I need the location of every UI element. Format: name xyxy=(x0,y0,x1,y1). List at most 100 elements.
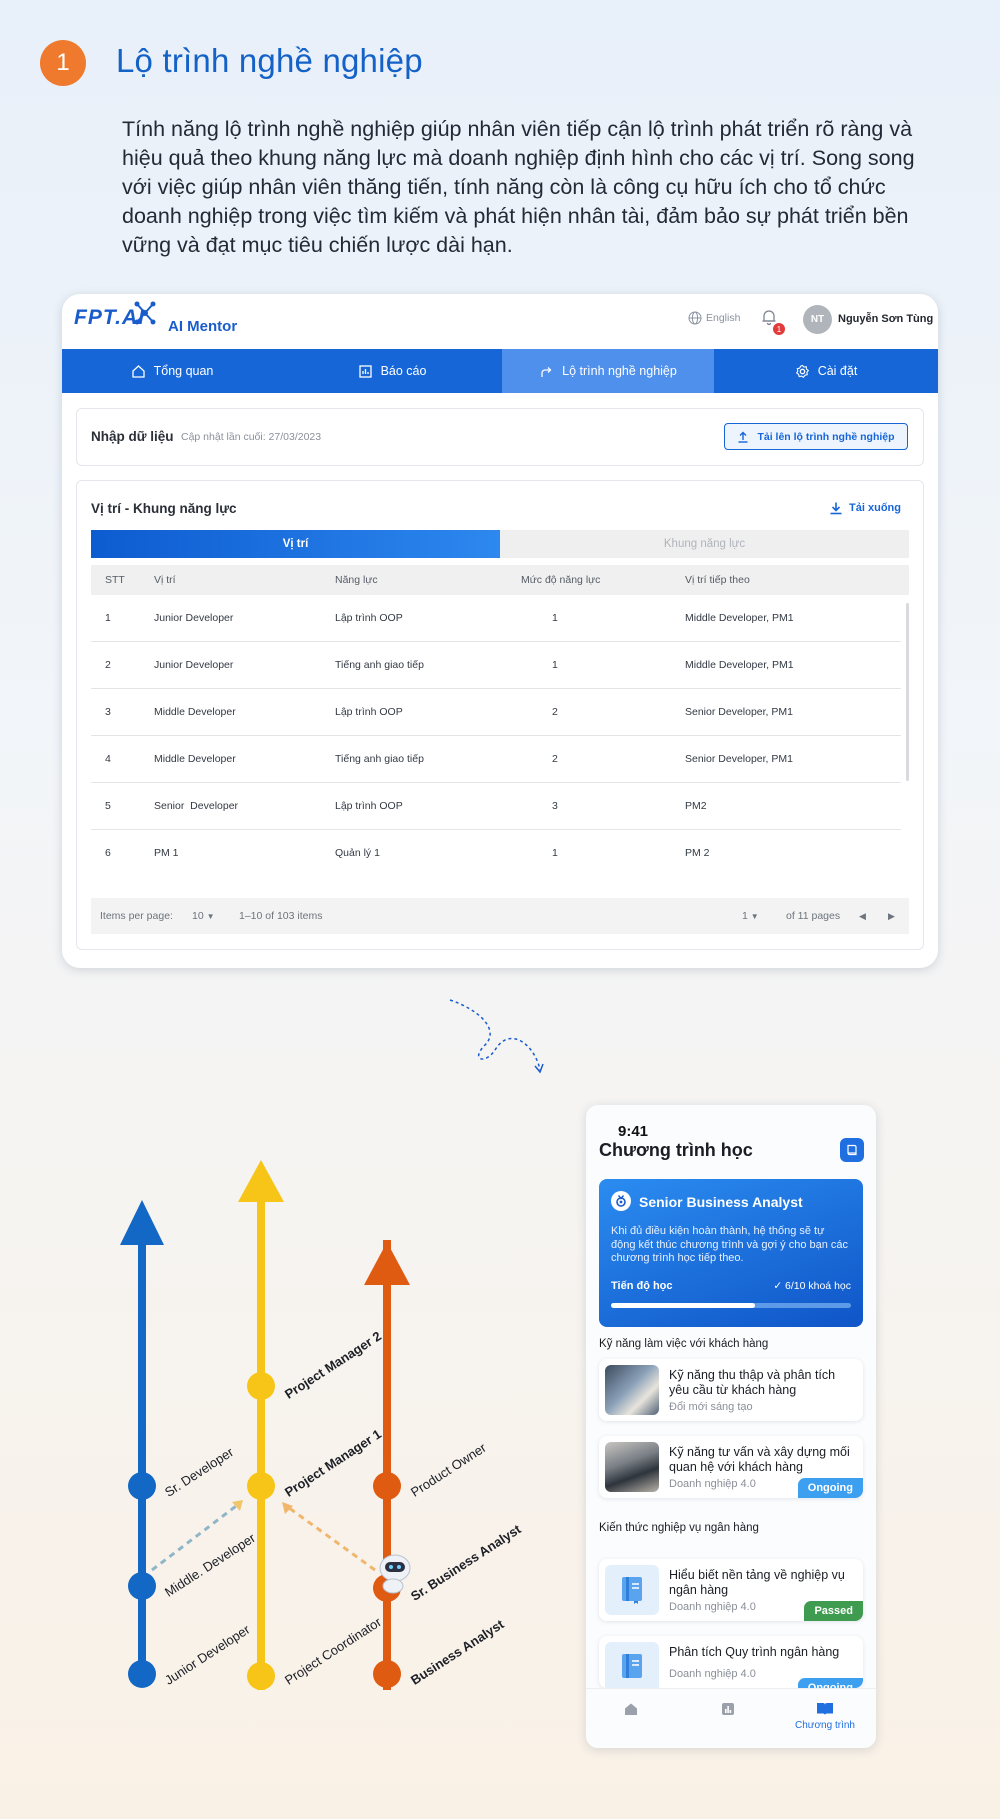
page-select[interactable]: 1 ▼ xyxy=(742,898,759,935)
cell-competency: Tiếng anh giao tiếp xyxy=(335,753,424,765)
column-header[interactable]: Vị trí xyxy=(154,565,176,595)
nav-label: Cài đặt xyxy=(817,364,858,378)
node-sr-developer xyxy=(128,1472,156,1500)
progress-count: ✓ 6/10 khoá học xyxy=(773,1280,851,1292)
table-row[interactable]: 3 Middle Developer Lập trình OOP 2 Senio… xyxy=(91,689,901,736)
course-name: Kỹ năng tư vấn và xây dựng mối quan hệ v… xyxy=(669,1445,850,1474)
table-row[interactable]: 4 Middle Developer Tiếng anh giao tiếp 2… xyxy=(91,736,901,783)
download-icon xyxy=(830,502,842,515)
course-card[interactable]: Kỹ năng thu thập và phân tích yêu cầu từ… xyxy=(599,1359,863,1421)
download-label: Tải xuống xyxy=(849,502,901,514)
download-button[interactable]: Tải xuống xyxy=(829,501,901,515)
cell-competency: Lập trình OOP xyxy=(335,612,403,624)
cell-index: 4 xyxy=(105,753,111,765)
book-icon xyxy=(847,1144,857,1156)
cell-next-position: PM 2 xyxy=(685,847,710,859)
framework-title: Vị trí - Khung năng lực xyxy=(91,501,237,516)
cell-next-position: Senior Developer, PM1 xyxy=(685,706,793,718)
program-card[interactable]: Senior Business Analyst Khi đủ điều kiện… xyxy=(599,1179,863,1327)
user-name[interactable]: Nguyễn Sơn Tùng xyxy=(838,313,933,325)
column-header[interactable]: Mức độ năng lực xyxy=(521,565,600,595)
items-range: 1–10 of 103 items xyxy=(239,910,323,922)
prev-page-icon[interactable]: ◀ xyxy=(859,898,866,934)
robot-mascot-icon xyxy=(379,1554,411,1594)
cell-index: 1 xyxy=(105,612,111,624)
framework-tabs: Vị trí Khung năng lực xyxy=(91,530,909,558)
cell-competency: Lập trình OOP xyxy=(335,800,403,812)
dotted-arrow-icon xyxy=(449,999,544,1074)
section-number: 1 xyxy=(40,40,86,86)
tab-reports[interactable] xyxy=(683,1701,773,1720)
bottom-tab-bar: Chương trình xyxy=(586,1688,876,1748)
cell-index: 5 xyxy=(105,800,111,812)
table-row[interactable]: 6 PM 1 Quản lý 1 1 PM 2 xyxy=(91,830,901,877)
next-page-icon[interactable]: ▶ xyxy=(888,898,895,934)
tab-positions[interactable]: Vị trí xyxy=(91,530,500,558)
course-book-icon xyxy=(605,1642,659,1688)
cell-index: 3 xyxy=(105,706,111,718)
cell-position: Junior Developer xyxy=(154,612,234,624)
tab-competency-framework[interactable]: Khung năng lực xyxy=(500,530,909,558)
status-badge: Ongoing xyxy=(797,1478,863,1498)
chevron-down-icon: ▼ xyxy=(206,912,215,921)
status-badge: Ongoing xyxy=(797,1678,863,1688)
upload-career-path-button[interactable]: Tải lên lộ trình nghề nghiệp xyxy=(724,423,908,450)
cell-next-position: Middle Developer, PM1 xyxy=(685,612,794,624)
home-icon xyxy=(131,364,145,378)
language-label: English xyxy=(706,312,741,324)
tab-home[interactable] xyxy=(586,1701,676,1720)
cell-next-position: PM2 xyxy=(685,800,707,812)
language-switcher[interactable]: English xyxy=(688,311,740,325)
progress-bar-fill xyxy=(611,1303,755,1308)
nav-item-career-path[interactable]: Lộ trình nghề nghiệp xyxy=(502,349,714,393)
orange-path-line xyxy=(383,1240,391,1690)
last-updated: Cập nhật lần cuối: 27/03/2023 xyxy=(181,431,322,443)
tab-programs[interactable]: Chương trình xyxy=(780,1701,870,1731)
program-title: Senior Business Analyst xyxy=(639,1194,803,1210)
framework-panel: Vị trí - Khung năng lực Tải xuống Vị trí… xyxy=(76,480,924,950)
library-button[interactable] xyxy=(840,1138,864,1162)
column-header[interactable]: Năng lực xyxy=(335,565,378,595)
medal-icon xyxy=(611,1191,631,1211)
home-icon xyxy=(625,1703,637,1715)
items-per-page-select[interactable]: 10 ▼ xyxy=(192,898,215,935)
tab-programs-label: Chương trình xyxy=(795,1720,855,1731)
course-tag: Doanh nghiệp 4.0 xyxy=(669,1668,756,1680)
node-project-manager-1 xyxy=(247,1472,275,1500)
avatar[interactable]: NT xyxy=(803,305,832,334)
status-time: 9:41 xyxy=(618,1123,649,1140)
table-row[interactable]: 1 Junior Developer Lập trình OOP 1 Middl… xyxy=(91,595,901,642)
course-card[interactable]: Kỹ năng tư vấn và xây dựng mối quan hệ v… xyxy=(599,1436,863,1498)
nav-label: Tổng quan xyxy=(153,364,214,378)
table-scrollbar[interactable] xyxy=(906,603,909,781)
cell-level: 1 xyxy=(552,612,558,624)
column-header[interactable]: Vị trí tiếp theo xyxy=(685,565,750,595)
progress-label: Tiến độ học xyxy=(611,1280,673,1292)
nav-item-overview[interactable]: Tổng quan xyxy=(62,349,282,393)
product-name: AI Mentor xyxy=(168,318,238,335)
node-junior-developer xyxy=(128,1660,156,1688)
node-business-analyst xyxy=(373,1660,401,1688)
cell-competency: Quản lý 1 xyxy=(335,847,380,859)
cell-competency: Tiếng anh giao tiếp xyxy=(335,659,424,671)
nav-label: Báo cáo xyxy=(380,364,427,378)
items-per-page-label: Items per page: xyxy=(100,910,173,922)
import-panel: Nhập dữ liệu Cập nhật lần cuối: 27/03/20… xyxy=(76,408,924,466)
course-card[interactable]: Hiểu biết nền tảng về nghiệp vụ ngân hàn… xyxy=(599,1559,863,1621)
cell-level: 1 xyxy=(552,847,558,859)
course-tag: Đổi mới sáng tạo xyxy=(669,1401,753,1413)
section-heading: Kiến thức nghiệp vụ ngân hàng xyxy=(599,1522,759,1534)
cell-level: 1 xyxy=(552,659,558,671)
table-row[interactable]: 2 Junior Developer Tiếng anh giao tiếp 1… xyxy=(91,642,901,689)
course-card[interactable]: Phân tích Quy trình ngân hàng Doanh nghi… xyxy=(599,1636,863,1688)
chart-icon xyxy=(358,364,372,378)
table-row[interactable]: 5 Senior Developer Lập trình OOP 3 PM2 xyxy=(91,783,901,830)
cell-level: 3 xyxy=(552,800,558,812)
cell-position: PM 1 xyxy=(154,847,179,859)
logo-spark-icon xyxy=(134,301,156,325)
nav-item-reports[interactable]: Báo cáo xyxy=(282,349,502,393)
main-nav: Tổng quan Báo cáo Lộ trình nghề nghiệp C… xyxy=(62,349,938,393)
nav-item-settings[interactable]: Cài đặt xyxy=(714,349,938,393)
mobile-app-screen: 9:41 Chương trình học Senior Business An… xyxy=(586,1105,876,1748)
column-header[interactable]: STT xyxy=(105,565,125,595)
